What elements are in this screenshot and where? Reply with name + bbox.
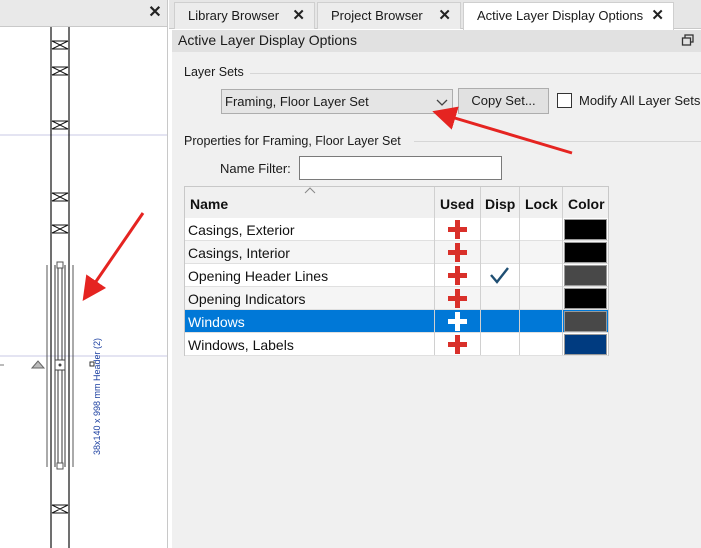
used-toggle[interactable]: [435, 264, 480, 286]
used-toggle[interactable]: [435, 241, 480, 263]
table-row[interactable]: Casings, Exterior: [185, 218, 608, 241]
drawing-pane[interactable]: ✕ 38x140 x 998 mm Header (2): [0, 0, 168, 548]
column-header-lock[interactable]: Lock: [525, 196, 558, 212]
table-row[interactable]: Opening Header Lines: [185, 264, 608, 287]
layer-name: Casings, Interior: [188, 245, 290, 261]
lock-toggle[interactable]: [519, 287, 562, 309]
disp-toggle[interactable]: [480, 218, 519, 240]
color-swatch[interactable]: [564, 288, 607, 309]
used-cross-icon: [448, 266, 467, 285]
column-divider: [434, 187, 435, 355]
panel-tabbar: Library Browser ✕ Project Browser ✕ Acti…: [169, 0, 701, 30]
properties-group-label: Properties for Framing, Floor Layer Set: [184, 134, 405, 148]
tab-library-browser[interactable]: Library Browser ✕: [174, 2, 315, 29]
disp-toggle[interactable]: [480, 241, 519, 263]
table-row[interactable]: Windows: [185, 310, 608, 333]
lock-toggle[interactable]: [519, 264, 562, 286]
modify-all-layer-sets-label: Modify All Layer Sets: [579, 93, 701, 108]
column-header-used[interactable]: Used: [440, 196, 474, 212]
disp-toggle[interactable]: [480, 264, 519, 286]
lock-toggle[interactable]: [519, 310, 562, 332]
close-icon[interactable]: ✕: [292, 3, 305, 28]
used-cross-icon: [448, 289, 467, 308]
used-cross-icon: [448, 312, 467, 331]
color-swatch[interactable]: [564, 265, 607, 286]
used-toggle[interactable]: [435, 310, 480, 332]
table-row[interactable]: Windows, Labels: [185, 333, 608, 356]
panel-title: Active Layer Display Options: [178, 32, 357, 48]
tab-label: Project Browser: [331, 8, 423, 23]
drawing-pane-tabbar: ✕: [0, 0, 167, 27]
used-cross-icon: [448, 243, 467, 262]
close-icon[interactable]: ✕: [146, 4, 164, 22]
sort-ascending-icon: [304, 187, 316, 194]
layer-name: Opening Header Lines: [188, 268, 329, 284]
chevron-down-icon: [436, 99, 448, 106]
lock-toggle[interactable]: [519, 333, 562, 355]
restore-window-icon[interactable]: [681, 33, 695, 47]
used-cross-icon: [448, 220, 467, 239]
tab-active-layer-display-options[interactable]: Active Layer Display Options ✕: [463, 2, 674, 30]
lock-toggle[interactable]: [519, 218, 562, 240]
color-swatch[interactable]: [564, 242, 607, 263]
color-swatch[interactable]: [564, 219, 607, 240]
used-toggle[interactable]: [435, 287, 480, 309]
color-swatch[interactable]: [564, 334, 607, 355]
modify-all-layer-sets-checkbox[interactable]: [557, 93, 572, 108]
name-filter-input[interactable]: [299, 156, 502, 180]
column-header-name[interactable]: Name: [190, 196, 228, 212]
column-header-disp[interactable]: Disp: [485, 196, 515, 212]
layer-sets-group-label: Layer Sets: [184, 65, 248, 79]
layer-name: Casings, Exterior: [188, 222, 295, 238]
layer-set-dropdown[interactable]: Framing, Floor Layer Set: [221, 89, 453, 114]
name-filter-label: Name Filter:: [220, 161, 291, 176]
checkmark-icon: [490, 267, 509, 284]
table-row[interactable]: Opening Indicators: [185, 287, 608, 310]
lock-toggle[interactable]: [519, 241, 562, 263]
column-divider: [562, 187, 563, 355]
table-row[interactable]: Casings, Interior: [185, 241, 608, 264]
layer-set-dropdown-value: Framing, Floor Layer Set: [225, 94, 369, 109]
header-dimension-label: 38x140 x 998 mm Header (2): [92, 337, 102, 455]
column-divider: [519, 187, 520, 355]
tab-label: Library Browser: [188, 8, 280, 23]
used-cross-icon: [448, 335, 467, 354]
disp-toggle[interactable]: [480, 310, 519, 332]
disp-toggle[interactable]: [480, 333, 519, 355]
color-swatch[interactable]: [564, 311, 607, 332]
copy-set-button[interactable]: Copy Set...: [458, 88, 549, 114]
layer-name: Windows: [188, 314, 245, 330]
divider: [414, 141, 701, 142]
tab-project-browser[interactable]: Project Browser ✕: [317, 2, 461, 29]
panel-header: Active Layer Display Options: [172, 30, 701, 52]
plan-drawing[interactable]: [0, 27, 168, 548]
close-icon[interactable]: ✕: [651, 3, 664, 28]
column-divider: [480, 187, 481, 355]
used-toggle[interactable]: [435, 333, 480, 355]
layer-name: Opening Indicators: [188, 291, 306, 307]
disp-toggle[interactable]: [480, 287, 519, 309]
tab-label: Active Layer Display Options: [477, 8, 644, 23]
close-icon[interactable]: ✕: [438, 3, 451, 28]
used-toggle[interactable]: [435, 218, 480, 240]
layer-name: Windows, Labels: [188, 337, 294, 353]
column-header-color[interactable]: Color: [568, 196, 605, 212]
divider: [250, 73, 701, 74]
